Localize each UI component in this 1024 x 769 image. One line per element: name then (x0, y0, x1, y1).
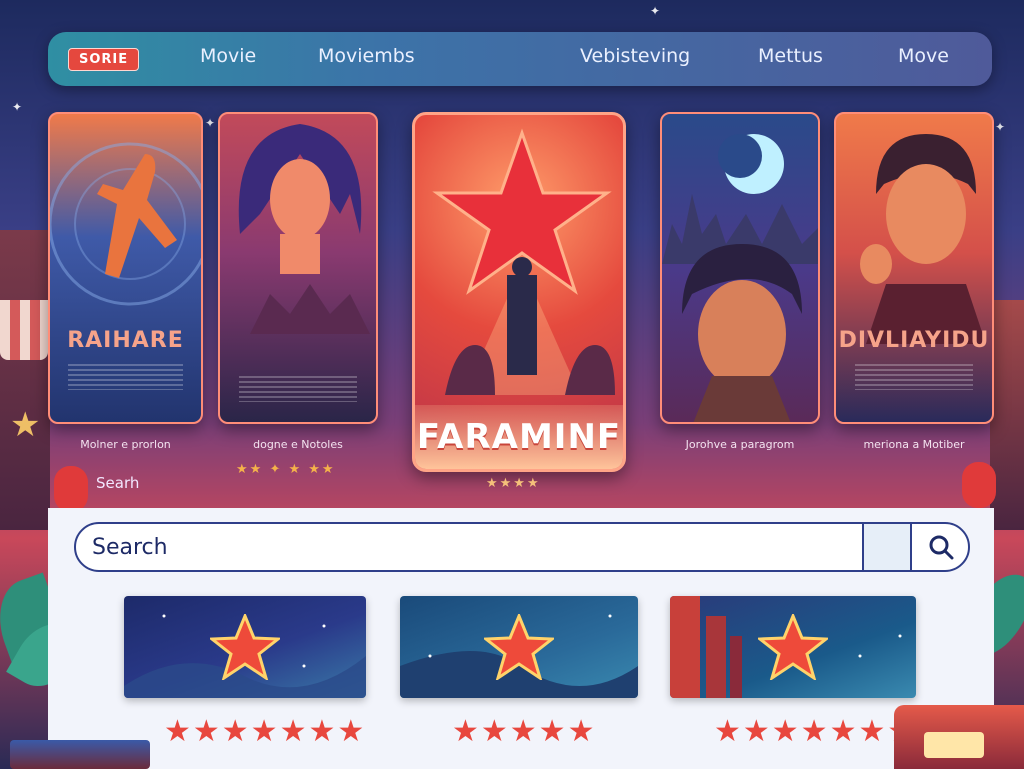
site-logo[interactable]: SORIE (68, 47, 140, 71)
carousel-left-indicator[interactable] (54, 466, 88, 512)
sparkle-icon: ✦ (995, 120, 1006, 134)
poster-art (238, 124, 370, 334)
background-awning-left (0, 300, 48, 360)
sparkle-icon: ✦ (205, 116, 216, 130)
nav-item-mettus[interactable]: Mettus (758, 45, 823, 67)
poster-caption: meriona a Motiber (863, 438, 965, 451)
movie-card[interactable] (670, 596, 916, 698)
poster-art (50, 142, 201, 306)
vehicle-window (924, 732, 984, 758)
poster-title: FARAMINF (416, 417, 622, 457)
nav-item-moviembs[interactable]: Moviembs (318, 45, 415, 67)
movie-poster[interactable] (218, 112, 378, 424)
sparkle-icon: ✦ (650, 4, 661, 18)
star-icon (758, 614, 828, 680)
poster-credits (238, 376, 358, 402)
star-icon (484, 614, 554, 680)
movie-poster[interactable] (660, 112, 820, 424)
poster-rating: ★★★★ (486, 476, 541, 491)
search-filter-slot[interactable] (864, 524, 910, 570)
sparkle-icon: ✦ (12, 100, 23, 114)
search-button[interactable] (912, 524, 968, 570)
poster-credits (854, 364, 974, 390)
movie-card[interactable] (124, 596, 366, 698)
poster-art (662, 134, 818, 422)
featured-movie-poster[interactable]: FARAMINF (412, 112, 626, 472)
nav-item-movie[interactable]: Movie (200, 45, 256, 67)
star-icon (210, 614, 280, 680)
search-input[interactable] (92, 524, 852, 570)
movie-card[interactable] (400, 596, 638, 698)
poster-title: DIVLIAYIDU (838, 328, 990, 353)
card-rating: ★★★★★★★ (714, 714, 917, 749)
nav-item-move[interactable]: Move (898, 45, 949, 67)
movie-poster[interactable]: RAIHARE (48, 112, 203, 424)
poster-caption: dogne e Notoles (253, 438, 343, 451)
poster-art (432, 128, 615, 395)
poster-art (860, 134, 986, 344)
carousel-right-indicator[interactable] (962, 462, 996, 508)
poster-rating: ★★ ✦ ★ ★★ (236, 462, 336, 477)
star-icon: ★ (10, 405, 41, 445)
search-bar (74, 522, 970, 572)
magnifier-icon (929, 535, 954, 560)
poster-caption: Jorohve a paragrom (685, 438, 795, 451)
poster-credits (68, 364, 183, 390)
movie-poster[interactable]: DIVLIAYIDU (834, 112, 994, 424)
background-building-left (0, 230, 50, 530)
card-rating: ★★★★★ (452, 714, 597, 749)
books-decoration (10, 740, 150, 769)
card-rating: ★★★★★★★ (164, 714, 367, 749)
poster-caption: Molner e prorlon (80, 438, 171, 451)
nav-item-vebisteving[interactable]: Vebisteving (580, 45, 690, 67)
overlay-search-label: Searh (96, 474, 140, 492)
top-navbar: SORIE Movie Moviembs Vebisteving Mettus … (48, 32, 992, 86)
poster-title: RAIHARE (67, 328, 184, 353)
